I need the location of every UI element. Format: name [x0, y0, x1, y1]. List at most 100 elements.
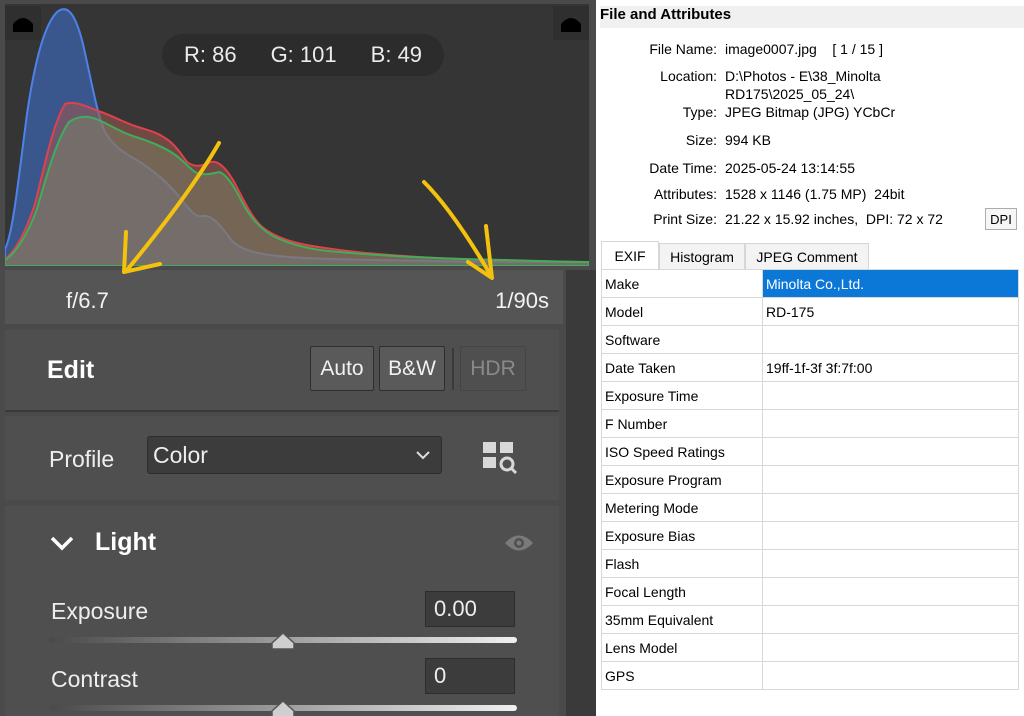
exif-value-cell: 19ff-1f-3f 3f:7f:00: [762, 353, 1019, 382]
exif-row[interactable]: Exposure Time: [601, 381, 1019, 410]
raw-editor-panel: R: 86 G: 101 B: 49 f/6.7 1/90s Edit Auto…: [0, 0, 596, 716]
exif-tag-cell: Software: [601, 325, 763, 354]
location-label: Location:: [660, 68, 717, 84]
exif-value-cell: [762, 493, 1019, 522]
exif-tag-cell: Flash: [601, 549, 763, 578]
exif-row[interactable]: Metering Mode: [601, 493, 1019, 522]
profile-row: Profile Color: [5, 416, 559, 500]
shadow-clipping-toggle[interactable]: [5, 6, 41, 40]
exif-tag-cell: Exposure Bias: [601, 521, 763, 550]
exif-row[interactable]: Exposure Bias: [601, 521, 1019, 550]
exif-row[interactable]: GPS: [601, 661, 1019, 690]
red-readout: R: 86: [184, 42, 237, 68]
exif-row[interactable]: Model RD-175: [601, 297, 1019, 326]
exif-row[interactable]: Date Taken 19ff-1f-3f 3f:7f:00: [601, 353, 1019, 382]
print-size-value: 21.22 x 15.92 inches, DPI: 72 x 72: [725, 211, 943, 227]
file-name-label: File Name:: [649, 41, 717, 57]
contrast-input[interactable]: 0: [425, 658, 515, 694]
green-readout-value: 101: [299, 42, 337, 67]
exif-value-cell: [762, 549, 1019, 578]
dpi-button[interactable]: DPI: [985, 208, 1017, 230]
shutter-speed-value: 1/90s: [495, 288, 549, 313]
contrast-slider-thumb[interactable]: [270, 699, 296, 716]
highlight-clipping-toggle[interactable]: [553, 6, 589, 40]
hdr-button[interactable]: HDR: [460, 346, 526, 391]
info-tabs: EXIF Histogram JPEG Comment: [596, 241, 1024, 269]
exposure-slider-thumb[interactable]: [270, 631, 296, 651]
blue-readout: B: 49: [371, 42, 422, 68]
exif-value-cell: RD-175: [762, 297, 1019, 326]
eye-icon[interactable]: [503, 532, 535, 554]
exif-row[interactable]: Make Minolta Co.,Ltd.: [601, 269, 1019, 298]
exif-tag-cell: Lens Model: [601, 633, 763, 662]
date-time-label: Date Time:: [649, 160, 717, 176]
exif-tag-cell: ISO Speed Ratings: [601, 437, 763, 466]
print-size-label: Print Size:: [653, 211, 717, 227]
auto-button[interactable]: Auto: [310, 346, 374, 391]
green-readout: G: 101: [271, 42, 337, 68]
exif-tag-cell: 35mm Equivalent: [601, 605, 763, 634]
attributes-label: Attributes:: [653, 186, 717, 202]
file-info-panel: File and Attributes File Name: image0007…: [596, 0, 1024, 716]
exif-tag-cell: Metering Mode: [601, 493, 763, 522]
exif-tag-cell: Exposure Program: [601, 465, 763, 494]
exif-tag-cell: Model: [601, 297, 763, 326]
exif-row[interactable]: Lens Model: [601, 633, 1019, 662]
exif-tag-cell: Exposure Time: [601, 381, 763, 410]
size-value: 994 KB: [725, 132, 771, 148]
panel-title: File and Attributes: [600, 6, 1024, 28]
shadow-clipping-icon: [13, 18, 33, 32]
exif-tag-cell: F Number: [601, 409, 763, 438]
highlight-clipping-icon: [561, 18, 581, 32]
date-time-value: 2025-05-24 13:14:55: [725, 160, 855, 176]
exif-value-cell: [762, 437, 1019, 466]
type-label: Type:: [682, 104, 717, 120]
chevron-down-icon: [416, 451, 430, 460]
exif-row[interactable]: Flash: [601, 549, 1019, 578]
exif-value-cell: [762, 633, 1019, 662]
collapse-chevron-icon[interactable]: [49, 534, 75, 552]
profile-dropdown[interactable]: Color: [147, 436, 442, 474]
profile-browser-icon[interactable]: [481, 440, 519, 476]
panel-scrollbar[interactable]: [566, 270, 596, 716]
exif-row[interactable]: ISO Speed Ratings: [601, 437, 1019, 466]
tab-exif[interactable]: EXIF: [601, 241, 659, 269]
edit-header: Edit Auto B&W HDR: [5, 330, 559, 412]
exif-value-cell: [762, 381, 1019, 410]
exif-value-cell: [762, 605, 1019, 634]
exif-tag-cell: Date Taken: [601, 353, 763, 382]
red-readout-value: 86: [212, 42, 237, 67]
exif-value-cell: Minolta Co.,Ltd.: [762, 269, 1019, 298]
green-readout-label: G:: [270, 42, 294, 67]
exposure-input[interactable]: 0.00: [425, 591, 515, 627]
blue-readout-label: B:: [370, 42, 392, 67]
histogram[interactable]: R: 86 G: 101 B: 49: [5, 4, 589, 266]
exif-value-cell: [762, 325, 1019, 354]
exposure-info-bar: f/6.7 1/90s: [5, 270, 563, 324]
exif-tag-cell: Focal Length: [601, 577, 763, 606]
rgb-readout: R: 86 G: 101 B: 49: [162, 34, 444, 76]
edit-title: Edit: [47, 356, 95, 384]
exif-value-cell: [762, 465, 1019, 494]
aperture-value: f/6.7: [66, 288, 109, 313]
attributes-value: 1528 x 1146 (1.75 MP) 24bit: [725, 186, 905, 202]
contrast-label: Contrast: [51, 666, 138, 692]
exif-table: Make Minolta Co.,Ltd. Model RD-175 Software D…: [601, 269, 1019, 690]
exif-row[interactable]: F Number: [601, 409, 1019, 438]
exif-row[interactable]: 35mm Equivalent: [601, 605, 1019, 634]
red-readout-label: R:: [183, 42, 206, 67]
light-section: Light Exposure 0.00 Contrast 0: [5, 506, 559, 716]
exif-row[interactable]: Software: [601, 325, 1019, 354]
tab-jpeg-comment[interactable]: JPEG Comment: [745, 243, 869, 269]
size-label: Size:: [685, 132, 717, 148]
exif-tag-cell: GPS: [601, 661, 763, 690]
exif-value-cell: [762, 661, 1019, 690]
blue-readout-value: 49: [397, 42, 423, 67]
exif-row[interactable]: Exposure Program: [601, 465, 1019, 494]
light-title: Light: [95, 528, 157, 556]
exif-value-cell: [762, 521, 1019, 550]
exif-row[interactable]: Focal Length: [601, 577, 1019, 606]
location-value-line2: RD175\2025_05_24\: [725, 86, 855, 102]
tab-histogram[interactable]: Histogram: [659, 243, 745, 269]
black-and-white-button[interactable]: B&W: [379, 346, 445, 391]
